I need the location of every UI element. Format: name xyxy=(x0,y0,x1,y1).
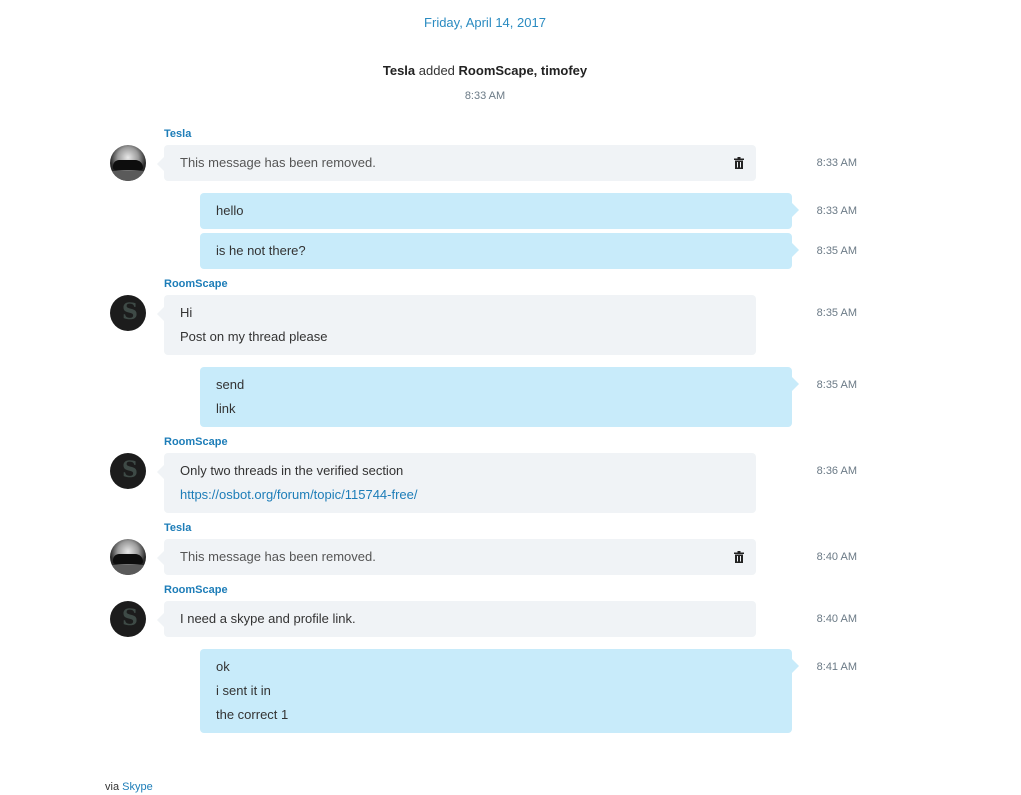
message-line: Hi xyxy=(180,305,193,320)
message-bubble[interactable]: Only two threads in the verified section… xyxy=(157,453,756,513)
message-time: 8:41 AM xyxy=(816,661,857,673)
removed-message-text: This message has been removed. xyxy=(180,155,376,170)
message-text: I need a skype and profile link. xyxy=(180,611,356,626)
system-targets: RoomScape, timofey xyxy=(458,63,588,78)
trash-icon[interactable] xyxy=(734,551,744,563)
avatar[interactable] xyxy=(110,145,146,181)
message-line: i sent it in xyxy=(216,683,271,698)
message-time: 8:40 AM xyxy=(816,613,857,625)
system-message: Tesla added RoomScape, timofey xyxy=(0,63,970,78)
message-bubble[interactable]: send link xyxy=(200,367,799,427)
trash-icon[interactable] xyxy=(734,157,744,169)
message-bubble[interactable]: Hi Post on my thread please xyxy=(157,295,756,355)
avatar[interactable] xyxy=(110,539,146,575)
message-time: 8:40 AM xyxy=(816,551,857,563)
message-bubble[interactable]: This message has been removed. xyxy=(157,539,756,575)
message-bubble[interactable]: is he not there? xyxy=(200,233,799,269)
sender-name[interactable]: RoomScape xyxy=(164,278,228,290)
message-line: Only two threads in the verified section xyxy=(180,463,404,478)
date-header: Friday, April 14, 2017 xyxy=(424,15,546,30)
message-bubble[interactable]: This message has been removed. xyxy=(157,145,756,181)
message-text: is he not there? xyxy=(216,243,306,258)
message-time: 8:33 AM xyxy=(816,205,857,217)
message-line: ok xyxy=(216,659,230,674)
footer-prefix: via xyxy=(105,781,120,793)
message-line: the correct 1 xyxy=(216,707,289,722)
avatar[interactable]: S xyxy=(110,295,146,331)
sender-name[interactable]: Tesla xyxy=(164,128,191,140)
message-bubble[interactable]: I need a skype and profile link. xyxy=(157,601,756,637)
message-time: 8:36 AM xyxy=(816,465,857,477)
message-link[interactable]: https://osbot.org/forum/topic/115744-fre… xyxy=(180,483,740,507)
message-line: link xyxy=(216,401,236,416)
avatar[interactable]: S xyxy=(110,601,146,637)
message-time: 8:33 AM xyxy=(816,157,857,169)
message-time: 8:35 AM xyxy=(816,379,857,391)
removed-message-text: This message has been removed. xyxy=(180,549,376,564)
message-bubble[interactable]: hello xyxy=(200,193,799,229)
message-bubble[interactable]: ok i sent it in the correct 1 xyxy=(200,649,799,733)
avatar[interactable]: S xyxy=(110,453,146,489)
sender-name[interactable]: Tesla xyxy=(164,522,191,534)
system-verb: added xyxy=(418,63,455,78)
sender-name[interactable]: RoomScape xyxy=(164,436,228,448)
system-actor: Tesla xyxy=(382,63,416,78)
system-time: 8:33 AM xyxy=(464,90,506,102)
sender-name[interactable]: RoomScape xyxy=(164,584,228,596)
message-time: 8:35 AM xyxy=(816,245,857,257)
footer: via Skype xyxy=(105,781,153,793)
message-text: hello xyxy=(216,203,244,218)
skype-link[interactable]: Skype xyxy=(122,781,153,793)
message-line: Post on my thread please xyxy=(180,329,328,344)
message-time: 8:35 AM xyxy=(816,307,857,319)
message-line: send xyxy=(216,377,245,392)
